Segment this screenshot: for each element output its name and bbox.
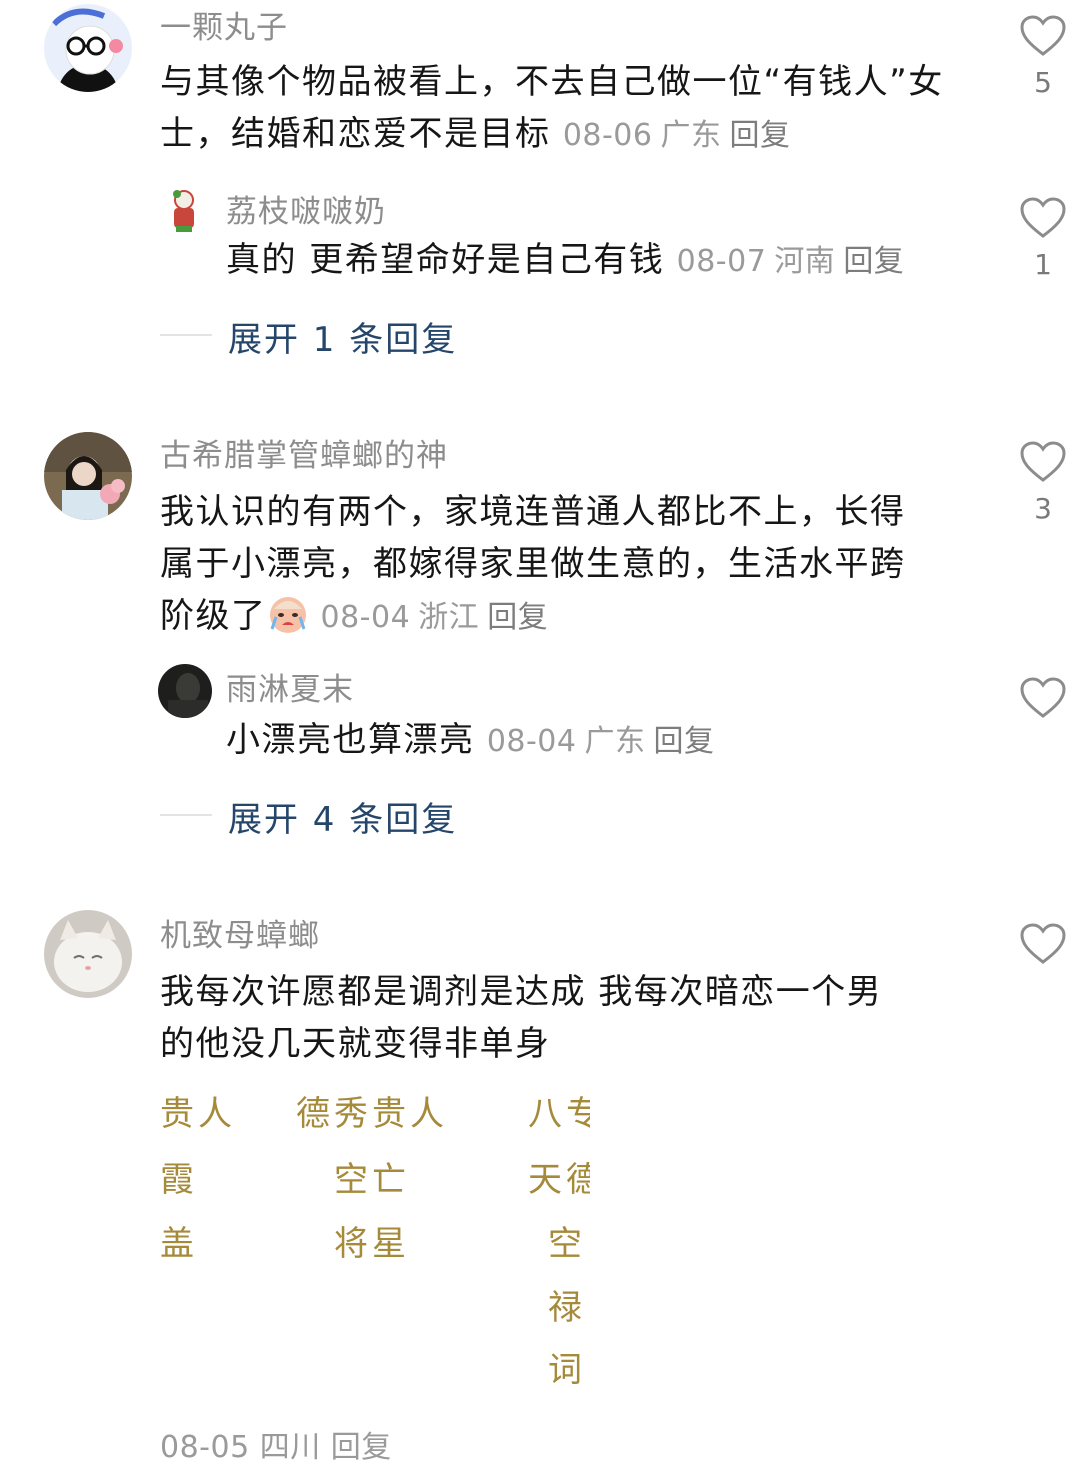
comment-body-line: 属于小漂亮，都嫁得家里做生意的，生活水平跨 — [160, 544, 906, 584]
comment-image[interactable]: 贵人 霞 盖 德秀贵人 空亡 将星 八专 天德 空 禄 词 — [150, 1086, 590, 1396]
image-word: 天德 — [528, 1160, 590, 1200]
image-column-clip: 八专 天德 空 禄 词 — [528, 1086, 590, 1396]
comment-author[interactable]: 古希腊掌管蟑螂的神 — [160, 430, 448, 475]
reply-text[interactable]: 真的 更希望命好是自己有钱 08-07 河南 回复 — [226, 234, 966, 288]
like-count: 5 — [1034, 66, 1052, 99]
reply-body: 真的 更希望命好是自己有钱 — [226, 240, 665, 280]
reply-location: 广东 — [584, 724, 646, 759]
heart-icon — [1020, 923, 1066, 964]
reply-author[interactable]: 荔枝啵啵奶 — [226, 186, 386, 231]
image-word: 贵人 — [160, 1094, 236, 1134]
like-button[interactable]: 3 — [1008, 440, 1078, 524]
avatar[interactable] — [158, 664, 212, 718]
heart-icon — [1020, 15, 1066, 56]
divider — [160, 334, 212, 336]
like-button[interactable] — [1008, 676, 1078, 730]
comment-body: 与其像个物品被看上，不去自己做一位“有钱人”女士，结婚和恋爱不是目标 — [160, 62, 944, 154]
like-count: 3 — [1034, 492, 1052, 525]
heart-icon — [1020, 677, 1066, 718]
comment-meta: 08-04 浙江 回复 — [321, 600, 549, 635]
reply-button[interactable]: 回复 — [730, 118, 791, 153]
avatar[interactable] — [164, 186, 204, 234]
reply-body: 小漂亮也算漂亮 — [226, 720, 475, 760]
comment-body-line: 我每次许愿都是调剂是达成 我每次暗恋一个男 — [160, 972, 883, 1012]
reply-button[interactable]: 回复 — [654, 724, 715, 759]
comment-location: 广东 — [660, 118, 722, 153]
comment-location: 浙江 — [418, 600, 480, 635]
reply-meta: 08-04 广东 回复 — [487, 724, 715, 759]
divider — [160, 814, 212, 816]
comment-author[interactable]: 一颗丸子 — [160, 2, 288, 47]
reply-location: 河南 — [774, 244, 836, 279]
comment-date: 08-04 — [320, 600, 411, 635]
heart-icon — [1020, 441, 1066, 482]
comment-text[interactable]: 我认识的有两个，家境连普通人都比不上，长得 属于小漂亮，都嫁得家里做生意的，生活… — [160, 486, 970, 644]
image-word: 词 — [548, 1350, 586, 1390]
image-word: 霞 — [160, 1160, 198, 1200]
like-button[interactable]: 5 — [1008, 14, 1078, 98]
image-word: 德秀贵人 — [296, 1094, 448, 1134]
image-word: 空 — [548, 1224, 586, 1264]
reply-author[interactable]: 雨淋夏末 — [226, 664, 354, 709]
crying-face-emoji — [269, 597, 306, 633]
reply-button[interactable]: 回复 — [843, 244, 904, 279]
comment-text[interactable]: 与其像个物品被看上，不去自己做一位“有钱人”女士，结婚和恋爱不是目标 08-06… — [160, 56, 960, 162]
avatar[interactable] — [44, 4, 132, 92]
like-button[interactable]: 1 — [1008, 196, 1078, 280]
like-button[interactable] — [1008, 922, 1078, 976]
avatar[interactable] — [44, 910, 132, 998]
reply-button[interactable]: 回复 — [487, 600, 548, 635]
comment-date: 08-06 — [562, 118, 653, 153]
expand-replies-button[interactable]: 展开 1 条回复 — [228, 312, 457, 361]
heart-icon — [1020, 197, 1066, 238]
reply-meta: 08-07 河南 回复 — [677, 244, 905, 279]
reply-date: 08-07 — [676, 244, 767, 279]
comment-body-line: 我认识的有两个，家境连普通人都比不上，长得 — [160, 492, 906, 532]
comment-body-line: 的他没几天就变得非单身 — [160, 1024, 551, 1064]
comment-text[interactable]: 我每次许愿都是调剂是达成 我每次暗恋一个男 的他没几天就变得非单身 — [160, 966, 970, 1070]
image-word: 将星 — [334, 1224, 410, 1264]
expand-replies-button[interactable]: 展开 4 条回复 — [228, 792, 457, 841]
comment-meta-partial: 08-05 四川 回复 — [160, 1430, 392, 1465]
comment-meta: 08-06 广东 回复 — [563, 118, 791, 153]
like-count: 1 — [1034, 248, 1052, 281]
image-word: 八专 — [528, 1094, 590, 1134]
image-word: 禄 — [548, 1288, 586, 1328]
image-word: 空亡 — [334, 1160, 410, 1200]
comment-author[interactable]: 机致母蟑螂 — [160, 910, 320, 955]
avatar[interactable] — [44, 432, 132, 520]
reply-text[interactable]: 小漂亮也算漂亮 08-04 广东 回复 — [226, 714, 966, 768]
image-word: 盖 — [160, 1224, 198, 1264]
comment-body-line-last: 阶级了 08-04 浙江 回复 — [160, 590, 970, 644]
reply-date: 08-04 — [486, 724, 577, 759]
comment-body-line: 阶级了 — [160, 596, 267, 636]
